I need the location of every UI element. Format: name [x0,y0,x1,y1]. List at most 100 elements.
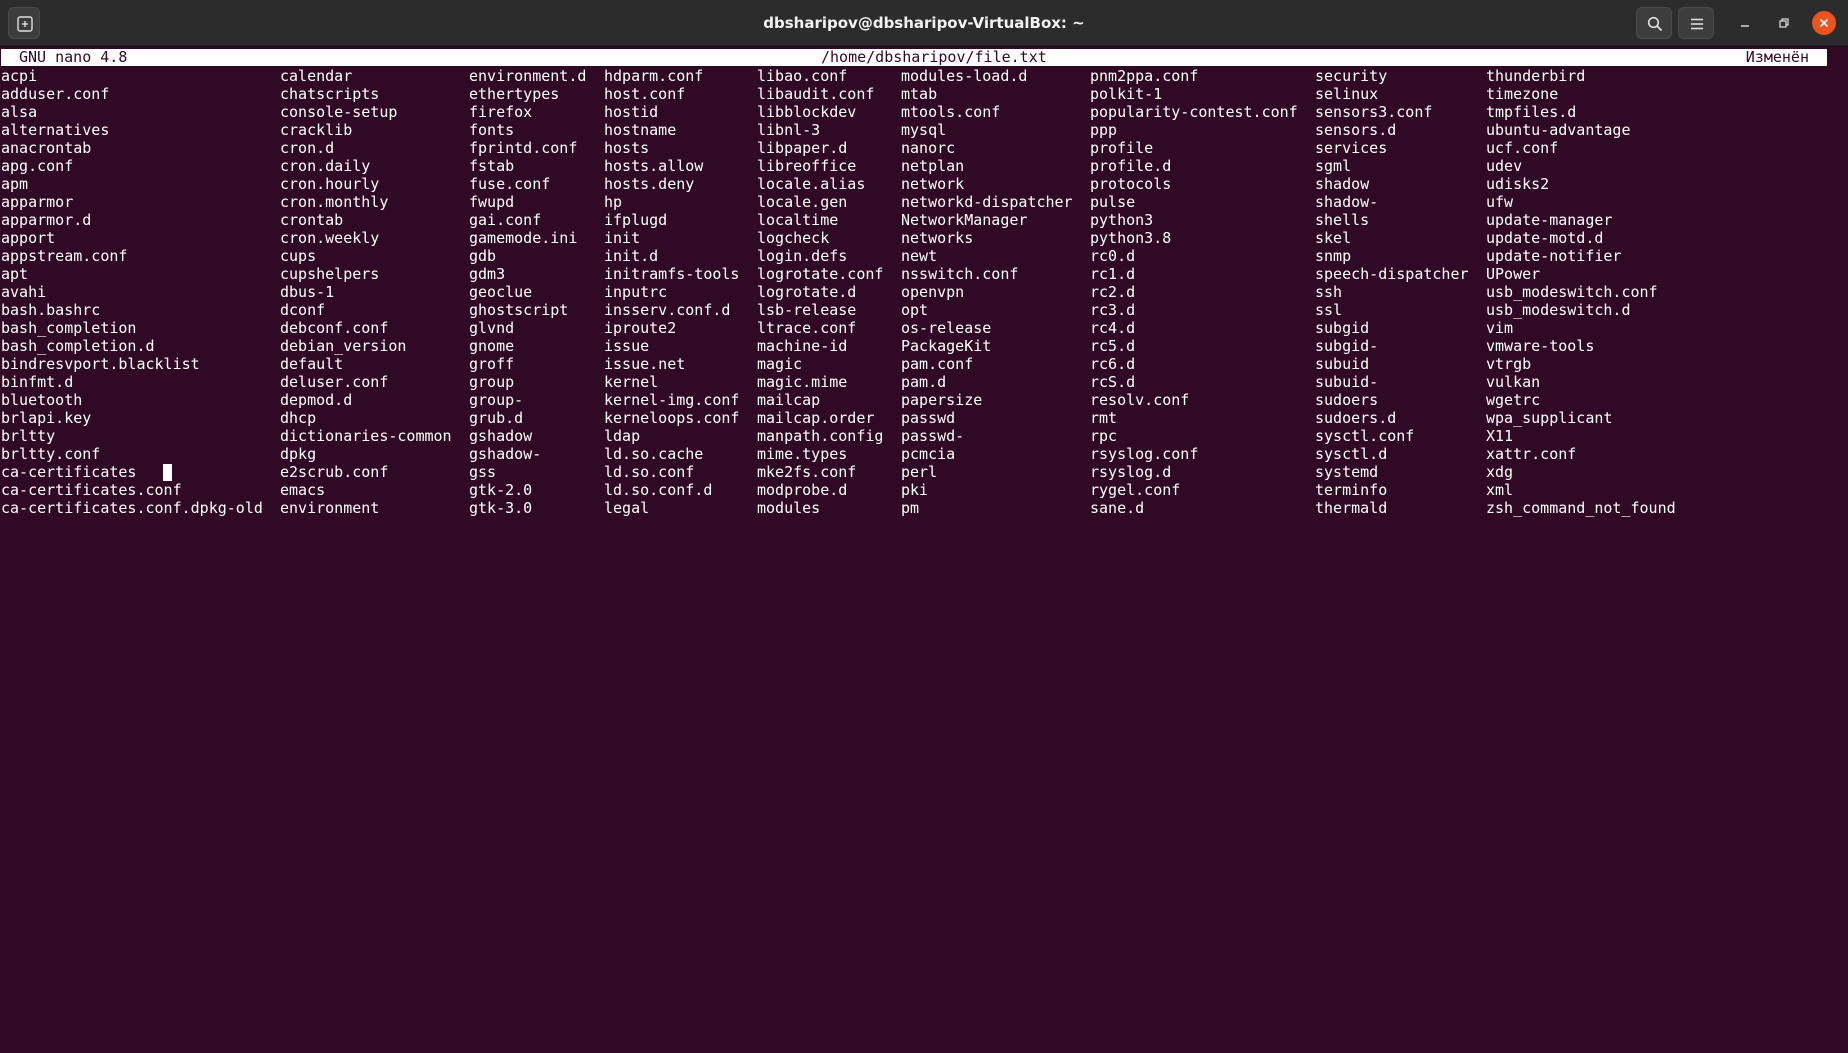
file-entry: sysctl.conf [1315,427,1415,445]
file-entry: vim [1486,319,1514,337]
file-entry: dpkg [280,445,317,463]
text-line[interactable]: ca-certificates e2scrub.conf gss ld.so.conf… [1,463,1841,481]
text-line[interactable]: brlapi.key dhcp grub.d kerneloops.conf mailc… [1,409,1841,427]
file-entry: chatscripts [280,85,380,103]
file-entry: mke2fs.conf [757,463,857,481]
text-line[interactable]: anacrontab cron.d fprintd.conf hosts libpape… [1,139,1841,157]
file-content[interactable]: acpi calendar environment.d hdparm.conf liba… [1,67,1841,517]
file-entry: subgid- [1315,337,1379,355]
file-entry: apm [1,175,29,193]
text-line[interactable]: bluetooth depmod.d group-kernel-img.conf ma… [1,391,1841,409]
file-entry: modprobe.d [757,481,848,499]
file-entry: alternatives [1,121,110,139]
text-line[interactable]: apparmor.d crontab gai.conf ifplugd localtim… [1,211,1841,229]
file-entry: perl [901,463,938,481]
file-entry: fuse.conf [469,175,551,193]
text-line[interactable]: bindresvport.blacklist default groff issue.… [1,355,1841,373]
file-entry: libpaper.d [757,139,848,157]
file-entry: profile [1090,139,1154,157]
file-entry: vtrgb [1486,355,1532,373]
file-entry: polkit-1 [1090,85,1163,103]
close-icon [1819,18,1829,28]
file-entry: speech-dispatcher [1315,265,1469,283]
text-line[interactable]: appstream.conf cups gdb init.d login.defs new… [1,247,1841,265]
text-line[interactable]: apt cupshelpers gdm3 initramfs-tools logrota… [1,265,1841,283]
text-line[interactable]: alsa console-setup firefox hostid libblockde… [1,103,1841,121]
file-entry: legal [604,499,650,517]
text-line[interactable]: binfmt.d deluser.conf group kernel magic.mim… [1,373,1841,391]
file-entry: cron.monthly [280,193,389,211]
file-entry: emacs [280,481,326,499]
file-entry: anacrontab [1,139,92,157]
file-entry: inputrc [604,283,668,301]
file-entry: hosts.deny [604,175,695,193]
text-line[interactable]: brltty.conf dpkg gshadow-ld.so.cache mime.t… [1,445,1841,463]
file-entry: udev [1486,157,1523,175]
file-entry: brltty.conf [1,445,101,463]
search-button[interactable] [1636,7,1672,39]
text-line[interactable]: ca-certificates.conf emacs gtk-2.0 ld.so.co… [1,481,1841,499]
file-entry: vulkan [1486,373,1541,391]
file-entry: update-motd.d [1486,229,1604,247]
file-entry: ubuntu-advantage [1486,121,1631,139]
file-entry: sgml [1315,157,1352,175]
text-line[interactable]: brltty dictionaries-common gshadow ldap manp… [1,427,1841,445]
file-entry: popularity-contest.conf [1090,103,1298,121]
file-entry: fwupd [469,193,515,211]
file-entry: group [469,373,515,391]
file-entry: logrotate.d [757,283,857,301]
file-entry: sysctl.d [1315,445,1388,463]
file-entry: rc4.d [1090,319,1136,337]
text-line[interactable]: apport cron.weekly gamemode.ini init logchec… [1,229,1841,247]
file-entry: skel [1315,229,1352,247]
text-line[interactable]: adduser.conf chatscripts ethertypes host.co… [1,85,1841,103]
file-entry: mysql [901,121,947,139]
file-entry: subuid- [1315,373,1379,391]
file-entry: passwd [901,409,956,427]
file-entry: bluetooth [1,391,83,409]
text-line[interactable]: alternatives cracklib fonts hostname libnl-3… [1,121,1841,139]
file-entry: ufw [1486,193,1514,211]
terminal-window: dbsharipov@dbsharipov-VirtualBox: ~ GNU … [0,0,1848,1053]
file-entry: usb_modeswitch.conf [1486,283,1658,301]
text-line[interactable]: bash_completion debconf.conf glvnd iproute2… [1,319,1841,337]
file-entry: resolv.conf [1090,391,1190,409]
text-line[interactable]: apparmor cron.monthly fwupd hp locale.gen net… [1,193,1841,211]
file-entry: bindresvport.blacklist [1,355,200,373]
file-entry: PackageKit [901,337,992,355]
file-entry: timezone [1486,85,1559,103]
file-entry: rsyslog.d [1090,463,1172,481]
text-line[interactable]: ca-certificates.conf.dpkg-old environment… [1,499,1841,517]
text-line[interactable]: apm cron.hourly fuse.conf hosts.deny locale.… [1,175,1841,193]
file-entry: os-release [901,319,992,337]
file-entry: calendar [280,67,353,85]
file-entry: NetworkManager [901,211,1028,229]
file-entry: mailcap [757,391,821,409]
file-entry: cron.d [280,139,335,157]
text-line[interactable]: bash_completion.d debian_version gnome issu… [1,337,1841,355]
file-entry: ldap [604,427,641,445]
file-entry: wgetrc [1486,391,1541,409]
file-entry: bash_completion [1,319,137,337]
text-line[interactable]: avahi dbus-1 geoclue inputrc logrotate.d open… [1,283,1841,301]
file-entry: ethertypes [469,85,560,103]
text-line[interactable]: acpi calendar environment.d hdparm.conf liba… [1,67,1841,85]
file-entry: deluser.conf [280,373,389,391]
menu-button[interactable] [1678,7,1714,39]
file-entry: services [1315,139,1388,157]
maximize-button[interactable] [1772,11,1796,35]
text-line[interactable]: apg.conf cron.daily fstab hosts.allow libreo… [1,157,1841,175]
file-entry: gshadow [469,427,533,445]
file-entry: protocols [1090,175,1172,193]
text-line[interactable]: bash.bashrc dconf ghostscript insserv.conf.… [1,301,1841,319]
file-entry: cron.daily [280,157,371,175]
nano-title-bar: GNU nano 4.8 /home/dbsharipov/file.txt И… [1,49,1827,66]
file-entry: pnm2ppa.conf [1090,67,1199,85]
file-entry: update-notifier [1486,247,1622,265]
file-entry: bash_completion.d [1,337,155,355]
file-entry: firefox [469,103,533,121]
close-button[interactable] [1812,11,1836,35]
terminal-area[interactable]: GNU nano 4.8 /home/dbsharipov/file.txt И… [0,47,1848,1053]
minimize-button[interactable] [1733,11,1757,35]
title-bar: dbsharipov@dbsharipov-VirtualBox: ~ [0,0,1848,46]
